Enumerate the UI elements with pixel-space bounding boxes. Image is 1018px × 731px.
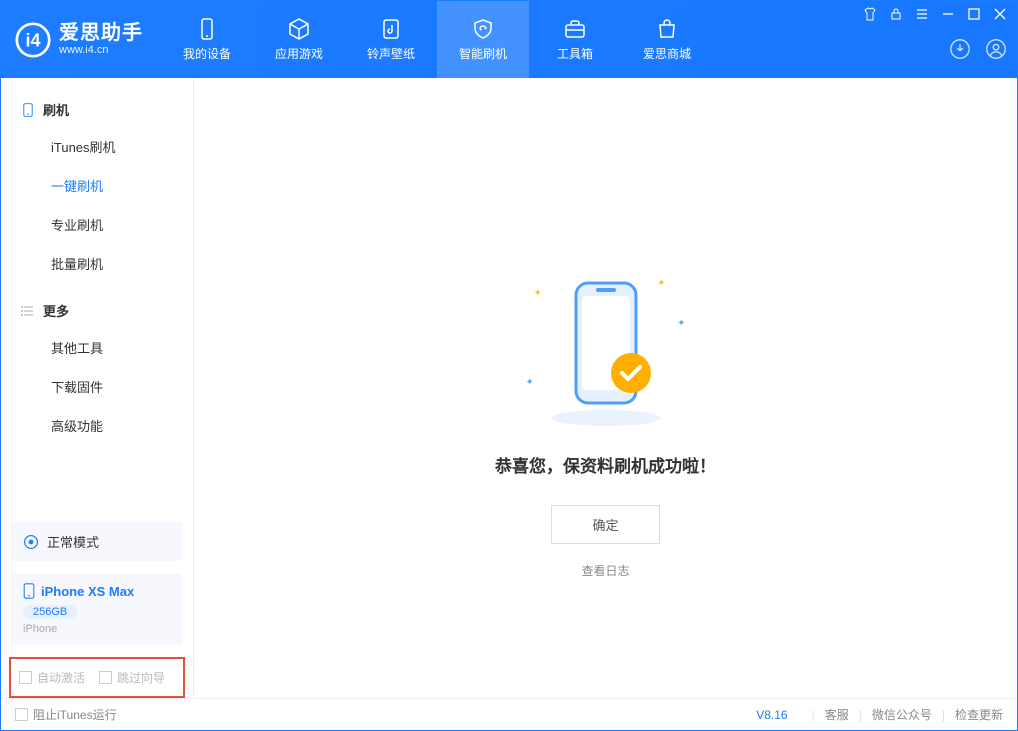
section-title: 刷机 xyxy=(43,100,69,119)
toolbox-icon xyxy=(563,17,587,41)
top-nav: 我的设备 应用游戏 铃声壁纸 智能刷机 工具箱 爱思商城 xyxy=(161,1,713,78)
options-highlighted: 自动激活 跳过向导 xyxy=(9,657,185,698)
footer-link-wechat[interactable]: 微信公众号 xyxy=(872,706,932,723)
sidebar-item-pro-flash[interactable]: 专业刷机 xyxy=(1,205,193,244)
sidebar-section-more: 更多 其他工具 下载固件 高级功能 xyxy=(1,293,193,445)
main-content: ✦ ✦ ✦ ✦ 恭喜您，保资料刷机成功啦！ 确定 查看日志 xyxy=(194,78,1017,698)
nav-smart-flash[interactable]: 智能刷机 xyxy=(437,1,529,78)
footer: 阻止iTunes运行 V8.16 | 客服 | 微信公众号 | 检查更新 xyxy=(1,698,1017,730)
nav-label: 爱思商城 xyxy=(643,45,691,62)
nav-toolbox[interactable]: 工具箱 xyxy=(529,1,621,78)
minimize-icon[interactable] xyxy=(941,7,955,21)
sidebar-item-itunes-flash[interactable]: iTunes刷机 xyxy=(1,127,193,166)
sidebar: 刷机 iTunes刷机 一键刷机 专业刷机 批量刷机 更多 其他工具 下载固件 … xyxy=(1,78,194,698)
user-icon[interactable] xyxy=(985,38,1007,60)
sidebar-section-head[interactable]: 刷机 xyxy=(1,92,193,127)
sidebar-item-other-tools[interactable]: 其他工具 xyxy=(1,328,193,367)
header-actions xyxy=(949,38,1007,60)
device-storage-badge: 256GB xyxy=(23,605,77,619)
cube-icon xyxy=(287,17,311,41)
nav-store[interactable]: 爱思商城 xyxy=(621,1,713,78)
device-icon xyxy=(195,17,219,41)
checkbox-label: 阻止iTunes运行 xyxy=(33,706,117,723)
success-illustration: ✦ ✦ ✦ ✦ xyxy=(526,278,686,428)
app-url: www.i4.cn xyxy=(59,44,143,56)
download-icon[interactable] xyxy=(949,38,971,60)
logo-icon: i4 xyxy=(15,22,51,58)
checkbox-label: 跳过向导 xyxy=(117,669,165,686)
app-logo: i4 爱思助手 www.i4.cn xyxy=(1,1,161,78)
sidebar-item-oneclick-flash[interactable]: 一键刷机 xyxy=(1,166,193,205)
svg-text:i4: i4 xyxy=(25,30,40,50)
sidebar-section-flash: 刷机 iTunes刷机 一键刷机 专业刷机 批量刷机 xyxy=(1,92,193,283)
nav-label: 铃声壁纸 xyxy=(367,45,415,62)
nav-label: 应用游戏 xyxy=(275,45,323,62)
section-title: 更多 xyxy=(43,301,69,320)
phone-icon xyxy=(21,103,35,117)
nav-label: 工具箱 xyxy=(557,45,593,62)
checkbox-icon xyxy=(15,708,28,721)
success-message: 恭喜您，保资料刷机成功啦！ xyxy=(495,452,716,477)
refresh-shield-icon xyxy=(471,17,495,41)
lock-icon[interactable] xyxy=(889,7,903,21)
close-icon[interactable] xyxy=(993,7,1007,21)
checkbox-block-itunes[interactable]: 阻止iTunes运行 xyxy=(15,706,117,723)
checkbox-icon xyxy=(99,671,112,684)
sidebar-item-batch-flash[interactable]: 批量刷机 xyxy=(1,244,193,283)
shirt-icon[interactable] xyxy=(863,7,877,21)
sidebar-item-advanced[interactable]: 高级功能 xyxy=(1,406,193,445)
footer-link-support[interactable]: 客服 xyxy=(825,706,849,723)
checkbox-auto-activate[interactable]: 自动激活 xyxy=(19,669,85,686)
sidebar-tree: 刷机 iTunes刷机 一键刷机 专业刷机 批量刷机 更多 其他工具 下载固件 … xyxy=(1,78,193,516)
nav-label: 我的设备 xyxy=(183,45,231,62)
sidebar-section-head[interactable]: 更多 xyxy=(1,293,193,328)
nav-apps-games[interactable]: 应用游戏 xyxy=(253,1,345,78)
device-name: iPhone XS Max xyxy=(41,584,134,599)
menu-icon[interactable] xyxy=(915,7,929,21)
header: i4 爱思助手 www.i4.cn 我的设备 应用游戏 铃声壁纸 智能刷 xyxy=(1,1,1017,78)
device-box[interactable]: iPhone XS Max 256GB iPhone xyxy=(11,573,183,645)
footer-link-update[interactable]: 检查更新 xyxy=(955,706,1003,723)
view-log-link[interactable]: 查看日志 xyxy=(581,562,629,579)
app-name: 爱思助手 xyxy=(59,22,143,44)
nav-label: 智能刷机 xyxy=(459,45,507,62)
nav-my-device[interactable]: 我的设备 xyxy=(161,1,253,78)
note-icon xyxy=(379,17,403,41)
window-controls xyxy=(863,7,1007,21)
mode-icon xyxy=(23,534,39,550)
list-icon xyxy=(21,304,35,318)
mode-label: 正常模式 xyxy=(47,532,99,551)
bag-icon xyxy=(655,17,679,41)
maximize-icon[interactable] xyxy=(967,7,981,21)
ok-button[interactable]: 确定 xyxy=(551,505,659,544)
checkbox-skip-guide[interactable]: 跳过向导 xyxy=(99,669,165,686)
nav-ringtone-wallpaper[interactable]: 铃声壁纸 xyxy=(345,1,437,78)
sidebar-item-download-firmware[interactable]: 下载固件 xyxy=(1,367,193,406)
mode-box[interactable]: 正常模式 xyxy=(11,522,183,561)
version-label: V8.16 xyxy=(756,708,787,722)
device-phone-icon xyxy=(23,583,35,599)
checkbox-icon xyxy=(19,671,32,684)
checkbox-label: 自动激活 xyxy=(37,669,85,686)
body: 刷机 iTunes刷机 一键刷机 专业刷机 批量刷机 更多 其他工具 下载固件 … xyxy=(1,78,1017,698)
device-type: iPhone xyxy=(23,623,171,635)
app-window: i4 爱思助手 www.i4.cn 我的设备 应用游戏 铃声壁纸 智能刷 xyxy=(0,0,1018,731)
